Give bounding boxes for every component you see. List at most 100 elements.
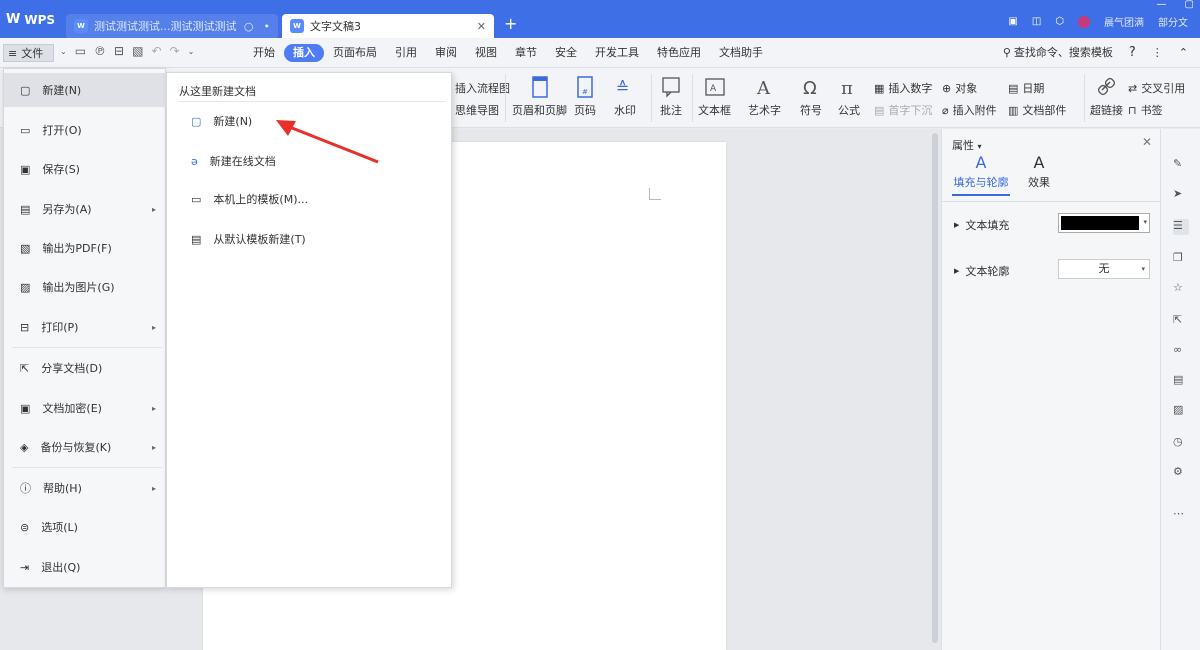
file-menu-help[interactable]: ⓘ 帮助(H) ▸	[4, 471, 166, 505]
symbol-button[interactable]: Ω 符号	[800, 76, 822, 118]
insert-number-button[interactable]: ▦ 插入数字	[874, 80, 932, 96]
file-menu-open[interactable]: ▭ 打开(O)	[4, 113, 166, 147]
redo-icon[interactable]: ↷	[170, 44, 180, 58]
mindmap-button[interactable]: 思维导图	[455, 102, 499, 118]
close-icon[interactable]: ✕	[1142, 135, 1152, 149]
command-search[interactable]: ⚲ 查找命令、搜索模板	[1003, 44, 1113, 60]
properties-icon[interactable]: ☰	[1173, 219, 1189, 235]
local-template-item[interactable]: ▭ 本机上的模板(M)...	[191, 191, 308, 207]
file-menu-encrypt[interactable]: ▣ 文档加密(E) ▸	[4, 391, 166, 425]
tab-developer[interactable]: 开发工具	[586, 44, 648, 62]
image-icon[interactable]: ▨	[1173, 403, 1189, 419]
close-tab-icon[interactable]: ✕	[477, 20, 486, 33]
cursor-icon[interactable]: ➤	[1173, 187, 1189, 203]
text-fill-row[interactable]: ▶ 文本填充	[954, 217, 1009, 233]
properties-title[interactable]: 属性 ▾	[952, 137, 982, 153]
vertical-scrollbar[interactable]	[930, 129, 940, 650]
wordart-button[interactable]: A 艺术字	[748, 76, 781, 118]
textbox-button[interactable]: A 文本框	[698, 76, 731, 118]
tab-fill-outline[interactable]: A 填充与轮廓	[952, 153, 1010, 196]
text-fill-color-picker[interactable]: ▾	[1058, 213, 1150, 233]
file-menu-backup[interactable]: ◈ 备份与恢复(K) ▸	[4, 430, 166, 464]
print-preview-icon[interactable]: ℗	[94, 44, 106, 58]
object-button[interactable]: ⊕ 对象	[942, 80, 977, 96]
share-icon[interactable]: ⇱	[1173, 313, 1189, 329]
print-icon[interactable]: ⊟	[114, 44, 124, 58]
file-menu-export-image[interactable]: ▨ 输出为图片(G)	[4, 270, 166, 304]
insert-attachment-button[interactable]: ⌀ 插入附件	[942, 102, 997, 118]
hyperlink-button[interactable]: 超链接	[1090, 76, 1123, 118]
text-outline-row[interactable]: ▶ 文本轮廓	[954, 263, 1009, 279]
watermark-button[interactable]: ≙ 水印	[614, 76, 636, 118]
tab-section[interactable]: 章节	[506, 44, 546, 62]
cloud-icon[interactable]: ○	[244, 20, 254, 33]
file-menu-button[interactable]: ≡ 文件	[3, 44, 54, 62]
layout-icon[interactable]: ▣	[1008, 16, 1017, 27]
pi-icon: π	[841, 78, 853, 98]
tab-home[interactable]: 开始	[244, 44, 284, 62]
tools-icon[interactable]: ⚙	[1173, 465, 1189, 481]
new-blank-doc-item[interactable]: ▢ 新建(N)	[191, 113, 252, 129]
tab-page-layout[interactable]: 页面布局	[324, 44, 386, 62]
skin-icon[interactable]: ◫	[1032, 16, 1041, 27]
help-icon: ⓘ	[20, 482, 31, 495]
app-logo[interactable]: W WPS	[6, 12, 55, 27]
archive-icon[interactable]: ▤	[1173, 373, 1189, 389]
more-options-icon[interactable]: ⋮	[1152, 46, 1163, 59]
flowchart-button[interactable]: 插入流程图	[455, 80, 510, 96]
header-footer-button[interactable]: 页眉和页脚	[512, 76, 567, 118]
file-menu-options[interactable]: ⊜ 选项(L)	[4, 510, 166, 544]
formula-button[interactable]: π 公式	[838, 76, 860, 118]
cross-reference-button[interactable]: ⇄ 交叉引用	[1128, 80, 1185, 96]
link-icon[interactable]: ∞	[1173, 343, 1189, 359]
tab-menu-icon[interactable]: •	[264, 20, 271, 33]
tab-insert[interactable]: 插入	[284, 44, 324, 62]
comment-button[interactable]: 批注	[660, 76, 682, 118]
undo-icon[interactable]: ↶	[151, 44, 161, 58]
date-button[interactable]: ▤ 日期	[1008, 80, 1044, 96]
file-menu-new[interactable]: ▢ 新建(N)	[4, 73, 166, 107]
tab-effects[interactable]: A 效果	[1028, 153, 1050, 190]
export-icon[interactable]: ▧	[132, 44, 143, 58]
collapse-ribbon-icon[interactable]: ⌃	[1179, 46, 1188, 59]
document-tab-2[interactable]: W 文字文稿3 ✕	[282, 14, 494, 38]
shield-icon[interactable]: ⬡	[1055, 16, 1064, 27]
minimize-icon[interactable]: —	[1157, 0, 1167, 10]
star-icon[interactable]: ☆	[1173, 281, 1189, 297]
user-avatar-icon[interactable]	[1078, 15, 1090, 28]
pen-icon[interactable]: ✎	[1173, 157, 1189, 173]
more-icon[interactable]: ⋯	[1173, 507, 1189, 523]
maximize-icon[interactable]: ▢	[1185, 0, 1194, 10]
document-icon[interactable]: ❐	[1173, 251, 1189, 267]
file-menu-share[interactable]: ⇱ 分享文档(D)	[4, 351, 166, 385]
file-menu-save-as[interactable]: ▤ 另存为(A) ▸	[4, 192, 166, 226]
tab-doc-assistant[interactable]: 文档助手	[710, 44, 772, 62]
page-number-button[interactable]: # 页码	[574, 76, 596, 118]
tab-review[interactable]: 审阅	[426, 44, 466, 62]
tab-references[interactable]: 引用	[386, 44, 426, 62]
submenu-item-label: 本机上的模板(M)...	[213, 193, 308, 206]
drop-cap-button[interactable]: ▤ 首字下沉	[874, 102, 932, 118]
file-menu-export-pdf[interactable]: ▧ 输出为PDF(F)	[4, 231, 166, 265]
scrollbar-thumb[interactable]	[932, 133, 938, 643]
bookmark-button[interactable]: ⊓ 书签	[1128, 102, 1163, 118]
new-online-doc-item[interactable]: ə 新建在线文档	[191, 153, 276, 169]
tab-view[interactable]: 视图	[466, 44, 506, 62]
file-menu-print[interactable]: ⊟ 打印(P) ▸	[4, 310, 166, 344]
user-name[interactable]: 晨气团满	[1104, 14, 1144, 29]
doc-parts-button[interactable]: ▥ 文档部件	[1008, 102, 1066, 118]
new-document-icon: ▢	[191, 114, 202, 128]
tab-features[interactable]: 特色应用	[648, 44, 710, 62]
history-icon[interactable]: ◷	[1173, 435, 1189, 451]
default-template-item[interactable]: ▤ 从默认模板新建(T)	[191, 231, 306, 247]
customize-icon[interactable]: ⌄	[188, 47, 195, 56]
file-menu-exit[interactable]: ⇥ 退出(Q)	[4, 550, 166, 584]
text-outline-select[interactable]: 无 ▾	[1058, 259, 1150, 279]
document-tab-1[interactable]: W 测试测试测试...测试测试测试 ○ •	[66, 14, 278, 38]
help-icon[interactable]: ?	[1129, 45, 1136, 60]
tab-security[interactable]: 安全	[546, 44, 586, 62]
save-icon[interactable]: ▭	[75, 44, 86, 58]
file-menu-save[interactable]: ▣ 保存(S)	[4, 152, 166, 186]
new-tab-button[interactable]: +	[504, 14, 517, 33]
chevron-down-icon[interactable]: ⌄	[60, 47, 67, 56]
